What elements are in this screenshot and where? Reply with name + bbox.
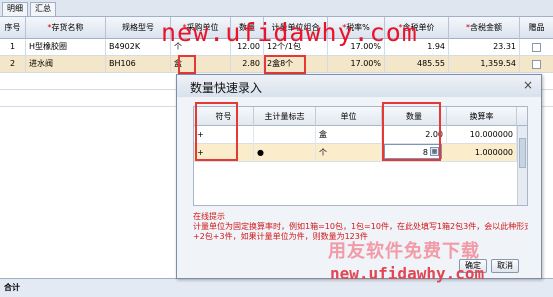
drow-rate[interactable]: 10.000000: [447, 126, 517, 144]
drow-main-flag[interactable]: [254, 126, 316, 144]
tab-detail[interactable]: 明细: [2, 2, 28, 16]
col-name[interactable]: *存货名称: [26, 17, 106, 39]
dialog-title: 数量快速录入: [190, 81, 263, 95]
dialog-row[interactable]: + 盒 2.00 10.000000: [194, 126, 517, 144]
total-label: 合计: [4, 283, 20, 292]
close-icon[interactable]: ×: [521, 79, 535, 93]
highlight-unit-combo-box: [264, 55, 306, 74]
hint-line: 计量单位为固定换算率时，例如1箱=10包，1包=10件，在此处填写1箱2包3件，…: [193, 222, 528, 231]
highlight-sign-box: [195, 102, 238, 161]
watermark-brand: 用友软件免费下载: [328, 241, 480, 262]
dcol-unit[interactable]: 单位: [316, 107, 382, 126]
gift-checkbox[interactable]: [532, 43, 541, 52]
dialog-grid-header: 符号 主计量标志 单位 数量 换算率: [194, 107, 527, 126]
tab-summary[interactable]: 汇总: [30, 2, 56, 16]
row-name[interactable]: H型橡胶圈: [26, 39, 106, 56]
tab-bar: 明细 汇总: [0, 0, 553, 17]
row-no: 1: [0, 39, 26, 56]
dialog-titlebar[interactable]: 数量快速录入 ×: [177, 75, 541, 97]
watermark-url-top: new.ufidawhy.com: [161, 18, 418, 47]
col-no[interactable]: 序号: [0, 17, 26, 39]
row-tax[interactable]: 17.00%: [328, 56, 385, 73]
highlight-qty-box: [382, 102, 441, 161]
row-name[interactable]: 进水阀: [26, 56, 106, 73]
row-no: 2: [0, 56, 26, 73]
drow-unit[interactable]: 盒: [316, 126, 382, 144]
row-price[interactable]: 485.55: [385, 56, 449, 73]
drow-main-flag[interactable]: ●: [254, 144, 316, 162]
dialog-row[interactable]: + ● 个 1.000000: [194, 144, 517, 162]
scroll-thumb[interactable]: [519, 138, 526, 168]
col-amount[interactable]: *含税金额: [449, 17, 520, 39]
row-qty[interactable]: 2.80: [231, 56, 264, 73]
col-gift[interactable]: 赠品: [520, 17, 553, 39]
dialog-scrollbar[interactable]: [517, 126, 527, 205]
drow-unit[interactable]: 个: [316, 144, 382, 162]
dcol-main-flag[interactable]: 主计量标志: [254, 107, 316, 126]
hint-title: 在线提示: [193, 212, 225, 221]
dialog-grid: 符号 主计量标志 单位 数量 换算率 + 盒 2.00 10.000000 + …: [193, 106, 528, 206]
cancel-button[interactable]: 取消: [491, 259, 519, 273]
row-amount[interactable]: 23.31: [449, 39, 520, 56]
highlight-unit-box: [178, 55, 196, 74]
row-spec[interactable]: BH106: [106, 56, 171, 73]
drow-rate[interactable]: 1.000000: [447, 144, 517, 162]
watermark-url-bottom: new.ufidawhy.com: [330, 264, 485, 283]
row-amount[interactable]: 1,359.54: [449, 56, 520, 73]
dcol-rate[interactable]: 换算率: [447, 107, 517, 126]
gift-checkbox[interactable]: [532, 60, 541, 69]
